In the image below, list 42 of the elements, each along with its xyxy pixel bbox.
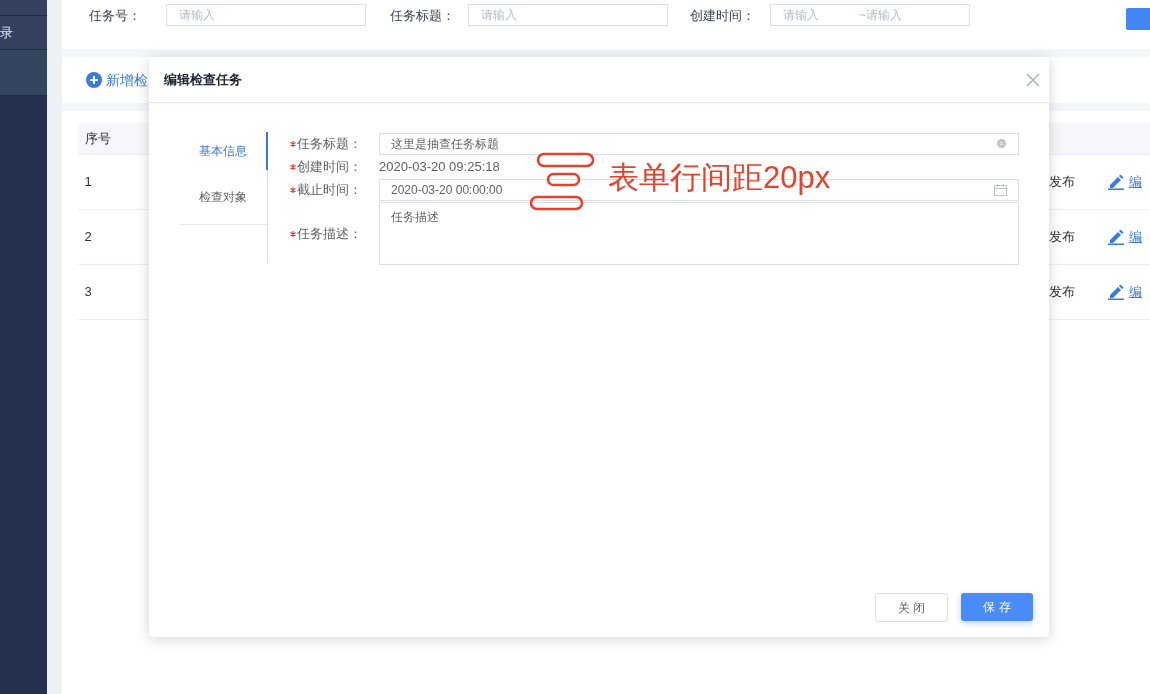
pencil-icon	[1108, 174, 1125, 190]
tab[interactable]: 检查对象	[179, 170, 267, 225]
field-label: 创建时间：	[690, 7, 756, 25]
pencil-icon	[1108, 229, 1125, 245]
edit-link[interactable]: 编	[1108, 172, 1150, 192]
edit-link[interactable]: 编	[1108, 282, 1150, 302]
status-text: 发布	[1049, 173, 1076, 192]
status-text: 发布	[1049, 283, 1076, 302]
placeholder-text: 请输入	[481, 7, 517, 24]
save-button[interactable]: 保 存	[961, 593, 1033, 621]
dialog-title: 编辑检查任务	[164, 70, 242, 89]
field-label: 任务标题：	[297, 134, 362, 153]
clear-icon[interactable]	[997, 139, 1006, 148]
placeholder-text: 请输入	[179, 7, 215, 24]
sidebar-item[interactable]: 录	[0, 16, 47, 50]
text-input[interactable]: 这里是抽查任务标题	[379, 132, 1019, 155]
table-cell-text: 1	[83, 173, 93, 192]
column-header: 序号	[83, 129, 112, 148]
input-value: 任务描述	[391, 210, 439, 224]
tab[interactable]: 基本信息	[179, 132, 268, 170]
placeholder-text: ~请输入	[859, 7, 902, 24]
table-cell-text: 2	[83, 228, 93, 247]
field-label: 任务描述：	[297, 224, 362, 243]
pencil-icon	[1108, 284, 1125, 300]
field-label: 创建时间：	[297, 158, 362, 177]
field-value: 2020-03-20 09:25:18	[379, 158, 500, 177]
close-button[interactable]: 关 闭	[875, 593, 948, 622]
field-label: 任务号：	[89, 7, 142, 25]
calendar-icon	[994, 184, 1007, 196]
input-value: 这里是抽查任务标题	[391, 135, 499, 153]
plus-circle-icon	[86, 72, 102, 88]
textarea-field[interactable]: 任务描述	[379, 202, 1019, 265]
input-value: 2020-03-20 00:00:00	[391, 182, 503, 199]
sidebar-item[interactable]	[0, 0, 47, 16]
placeholder-text: 请输入	[783, 7, 819, 24]
edit-link[interactable]: 编	[1108, 227, 1150, 247]
sidebar-item[interactable]	[0, 50, 47, 96]
field-label: 截止时间：	[297, 181, 362, 200]
add-button[interactable]: 新增检	[86, 69, 148, 91]
field-label: 任务标题：	[390, 7, 456, 25]
status-text: 发布	[1049, 228, 1076, 247]
table-cell-text: 3	[83, 283, 93, 302]
